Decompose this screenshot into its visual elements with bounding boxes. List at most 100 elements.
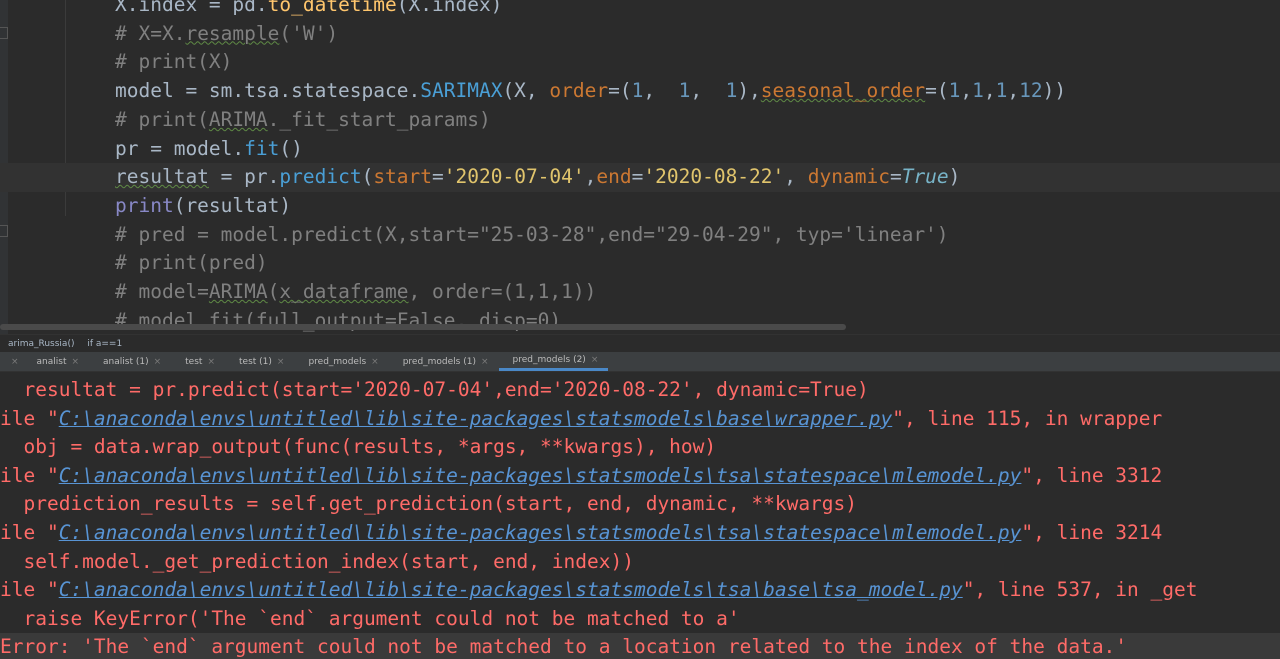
- code-line[interactable]: X.index = pd.to_datetime(X.index): [0, 0, 1280, 20]
- code-line[interactable]: # model=ARIMA(x_dataframe, order=(1,1,1)…: [0, 278, 1280, 307]
- code-line[interactable]: print(resultat): [0, 192, 1280, 221]
- code-line[interactable]: # print(pred): [0, 249, 1280, 278]
- code-token: order: [549, 79, 609, 103]
- code-token: prediction_results = self.get_prediction…: [0, 492, 858, 516]
- run-tab[interactable]: test (1) ×: [225, 352, 294, 371]
- code-token: ile ": [0, 521, 59, 544]
- code-token: x_dataframe: [279, 280, 409, 303]
- close-icon[interactable]: ×: [371, 357, 379, 367]
- file-path-link[interactable]: C:\anaconda\envs\untitled\lib\site-packa…: [59, 521, 1022, 544]
- code-token: 12: [1019, 79, 1043, 103]
- traceback-line: ile "C:\anaconda\envs\untitled\lib\site-…: [0, 405, 1280, 434]
- code-token: (: [361, 165, 374, 189]
- error-message-line: Error: 'The `end` argument could not be …: [0, 633, 1280, 659]
- code-token: ('W'): [279, 21, 339, 45]
- code-token: ", line 3312: [1021, 463, 1163, 487]
- code-token: self.model._get_prediction_index(start, …: [0, 549, 634, 573]
- code-token: =: [432, 165, 444, 189]
- code-editor[interactable]: X.index = pd.to_datetime(X.index) # X=X.r…: [0, 0, 1280, 334]
- code-token: )): [1042, 79, 1067, 103]
- code-token: # print(pred): [115, 251, 268, 275]
- code-token: resultat = pr.predict(start='2020-07-04'…: [0, 378, 869, 401]
- close-icon[interactable]: ×: [11, 357, 19, 367]
- code-line[interactable]: pr = model.fit(): [0, 135, 1280, 164]
- code-line[interactable]: model = sm.tsa.statespace.SARIMAX(X, ord…: [0, 77, 1280, 106]
- run-tab[interactable]: pred_models ×: [294, 352, 388, 371]
- code-token: ARIMA: [208, 280, 268, 303]
- code-token: ", line 537, in _get: [962, 578, 1198, 602]
- run-tab[interactable]: analist (1) ×: [89, 352, 171, 371]
- code-token: X.index = pd.: [115, 0, 268, 16]
- run-tab[interactable]: pred_models (1) ×: [389, 352, 499, 371]
- code-token: ile ": [0, 406, 59, 430]
- code-token: True: [901, 165, 949, 189]
- code-token: , order=(1,1,1)): [408, 280, 597, 303]
- code-token: pr = model.: [115, 136, 245, 160]
- code-token: # print(X): [115, 50, 233, 74]
- code-token: 1: [631, 79, 644, 103]
- code-token: =(: [608, 79, 632, 103]
- run-tab-label: analist: [36, 356, 67, 367]
- traceback-line: raise KeyError('The `end` argument could…: [0, 605, 1280, 634]
- code-token: ,: [584, 165, 597, 189]
- close-icon[interactable]: ×: [72, 357, 80, 367]
- run-tab[interactable]: ×: [6, 352, 23, 371]
- file-path-link[interactable]: C:\anaconda\envs\untitled\lib\site-packa…: [59, 578, 963, 601]
- code-token: Error: 'The `end` argument could not be …: [0, 635, 1128, 659]
- traceback-line: prediction_results = self.get_prediction…: [0, 490, 1280, 519]
- code-token: # pred = model.predict(X,start="25-03-28…: [115, 222, 949, 246]
- close-icon[interactable]: ×: [591, 355, 599, 365]
- traceback-line: resultat = pr.predict(start='2020-07-04'…: [0, 376, 1280, 405]
- code-token: = pr.: [208, 165, 280, 189]
- code-line[interactable]: resultat = pr.predict(start='2020-07-04'…: [0, 163, 1280, 192]
- code-token: to_datetime: [267, 0, 397, 16]
- run-tab[interactable]: pred_models (2) ×: [498, 352, 609, 371]
- code-token: 1: [972, 79, 984, 103]
- close-icon[interactable]: ×: [481, 357, 489, 367]
- code-token: ile ": [0, 578, 59, 602]
- run-tab-label: pred_models: [308, 356, 367, 367]
- code-token: # print(: [115, 107, 209, 131]
- code-token: (X.index): [396, 0, 503, 16]
- code-token: ),: [737, 79, 761, 103]
- code-token: (X,: [502, 79, 550, 103]
- code-token: (: [267, 280, 280, 303]
- file-path-link[interactable]: C:\anaconda\envs\untitled\lib\site-packa…: [59, 407, 893, 430]
- run-tab-label: analist (1): [103, 356, 149, 367]
- run-tabs: × analist × analist (1) × test × test (1) × pred_…: [0, 352, 1280, 372]
- code-token: SARIMAX: [420, 79, 503, 103]
- editor-horizontal-scrollbar[interactable]: [0, 324, 846, 330]
- code-token: # X=X.: [115, 21, 186, 45]
- file-path-link[interactable]: C:\anaconda\envs\untitled\lib\site-packa…: [59, 464, 1022, 487]
- run-tab[interactable]: analist ×: [23, 352, 90, 371]
- code-line[interactable]: # print(X): [0, 48, 1280, 77]
- code-token: '2020-07-04': [443, 165, 585, 189]
- code-line[interactable]: # print(ARIMA._fit_start_params): [0, 106, 1280, 135]
- run-tab[interactable]: test ×: [171, 352, 225, 371]
- code-token: ile ": [0, 463, 59, 487]
- breadcrumb: arima_Russia() if a==1: [0, 334, 1280, 352]
- close-icon[interactable]: ×: [277, 357, 285, 367]
- code-token: ARIMA: [208, 107, 268, 131]
- code-line[interactable]: # pred = model.predict(X,start="25-03-28…: [0, 221, 1280, 250]
- close-icon[interactable]: ×: [154, 357, 162, 367]
- run-console[interactable]: resultat = pr.predict(start='2020-07-04'…: [0, 373, 1280, 659]
- code-token: =: [631, 165, 644, 189]
- code-line[interactable]: # X=X.resample('W'): [0, 20, 1280, 49]
- code-token: ,: [1007, 79, 1020, 103]
- code-token: seasonal_order: [760, 79, 926, 103]
- code-token: (resultat): [173, 193, 292, 217]
- code-token: resultat: [115, 165, 209, 189]
- close-icon[interactable]: ×: [207, 357, 215, 367]
- code-token: ,: [983, 79, 996, 103]
- code-token: ): [948, 165, 961, 189]
- code-token: (): [279, 136, 303, 160]
- code-token: =: [889, 165, 902, 189]
- code-token: dynamic: [807, 165, 890, 189]
- breadcrumb-item-function[interactable]: arima_Russia(): [8, 339, 74, 349]
- breadcrumb-item-block[interactable]: if a==1: [87, 339, 122, 349]
- code-token: ,: [690, 79, 726, 103]
- code-token: '2020-08-22': [643, 165, 785, 189]
- code-token: # model=: [115, 280, 209, 303]
- traceback-line: ile "C:\anaconda\envs\untitled\lib\site-…: [0, 519, 1280, 548]
